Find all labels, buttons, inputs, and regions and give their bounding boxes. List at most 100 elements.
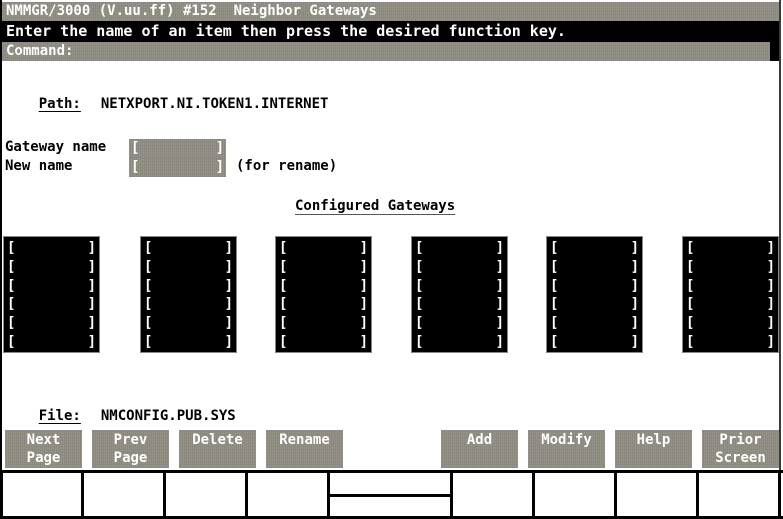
path-value: NETXPORT.NI.TOKEN1.INTERNET — [100, 96, 329, 112]
gateway-slot[interactable]: [] — [415, 239, 504, 258]
gateway-slot[interactable]: [] — [279, 333, 368, 352]
bracket-open: [ — [550, 315, 559, 332]
gateway-slot[interactable]: [] — [7, 314, 96, 333]
bracket-close: ] — [359, 315, 368, 332]
gateway-slot[interactable]: [] — [279, 239, 368, 258]
bracket-close: ] — [215, 159, 224, 175]
command-input[interactable]: Command: — [2, 42, 770, 61]
gateway-slot[interactable]: [] — [144, 239, 233, 258]
path-row: Path: NETXPORT.NI.TOKEN1.INTERNET — [5, 80, 329, 128]
screen-title: NMMGR/3000 (V.uu.ff) #152 Neighbor Gatew… — [2, 2, 779, 21]
gateway-slot[interactable]: [] — [415, 314, 504, 333]
bracket-close: ] — [359, 296, 368, 313]
gateway-slot[interactable]: [] — [279, 314, 368, 333]
gateway-slot[interactable]: [] — [686, 258, 775, 277]
softkey-help[interactable]: Help — [615, 430, 692, 468]
bracket-close: ] — [224, 240, 233, 256]
bracket-open: [ — [7, 333, 16, 350]
gateway-slot[interactable]: [] — [144, 258, 233, 277]
bracket-close: ] — [87, 333, 96, 350]
gateway-slot[interactable]: [] — [550, 295, 639, 314]
bracket-close: ] — [359, 277, 368, 294]
bracket-open: [ — [131, 159, 140, 175]
key-cell-1 — [0, 473, 84, 516]
softkey-next-page[interactable]: Next Page — [5, 430, 82, 468]
softkey-delete[interactable]: Delete — [179, 430, 256, 468]
bracket-open: [ — [686, 333, 695, 350]
bracket-open: [ — [144, 296, 153, 313]
instruction-message: Enter the name of an item then press the… — [2, 21, 779, 42]
gateway-slot[interactable]: [] — [7, 277, 96, 296]
gateway-name-label: Gateway name — [5, 139, 107, 155]
bracket-open: [ — [686, 258, 695, 275]
key-cell-divider — [330, 494, 453, 497]
gateway-slot[interactable]: [] — [279, 258, 368, 277]
bracket-close: ] — [766, 333, 775, 350]
gateway-slot[interactable]: [] — [686, 239, 775, 258]
gateway-slot[interactable]: [] — [686, 333, 775, 352]
gateway-slot[interactable]: [] — [7, 295, 96, 314]
terminal-screen: NMMGR/3000 (V.uu.ff) #152 Neighbor Gatew… — [0, 0, 783, 519]
key-cell-3 — [166, 473, 248, 516]
key-cell-6 — [453, 473, 535, 516]
gateway-slot[interactable]: [] — [415, 258, 504, 277]
key-cell-2 — [84, 473, 166, 516]
gateway-column-2: [][][][][][] — [140, 236, 237, 353]
bracket-close: ] — [359, 258, 368, 275]
bracket-open: [ — [415, 333, 424, 350]
softkey-prev-page[interactable]: Prev Page — [92, 430, 169, 468]
gateway-slot[interactable]: [] — [7, 258, 96, 277]
softkey-add[interactable]: Add — [441, 430, 518, 468]
gateway-column-1: [][][][][][] — [3, 236, 100, 353]
gateway-slot[interactable]: [] — [415, 333, 504, 352]
softkey-prior-screen[interactable]: Prior Screen — [702, 430, 779, 468]
bracket-close: ] — [495, 277, 504, 294]
file-value: NMCONFIG.PUB.SYS — [100, 408, 236, 424]
gateway-slot[interactable]: [] — [550, 314, 639, 333]
gateway-slot[interactable]: [] — [144, 314, 233, 333]
gateway-slot[interactable]: [] — [144, 277, 233, 296]
bracket-close: ] — [495, 315, 504, 332]
bracket-open: [ — [7, 240, 16, 256]
gateway-slot[interactable]: [] — [7, 239, 96, 258]
gateway-slot[interactable]: [] — [550, 277, 639, 296]
gateway-slot[interactable]: [] — [550, 258, 639, 277]
bracket-open: [ — [550, 258, 559, 275]
bracket-close: ] — [630, 277, 639, 294]
gateway-slot[interactable]: [] — [144, 333, 233, 352]
bracket-open: [ — [144, 277, 153, 294]
gateway-slot[interactable]: [] — [279, 277, 368, 296]
gateway-slot[interactable]: [] — [415, 277, 504, 296]
gateway-name-input[interactable]: [ ] — [129, 139, 226, 158]
bracket-open: [ — [415, 296, 424, 313]
gateway-slot[interactable]: [] — [144, 295, 233, 314]
softkey-modify[interactable]: Modify — [528, 430, 605, 468]
bracket-open: [ — [550, 277, 559, 294]
bracket-open: [ — [550, 333, 559, 350]
bracket-close: ] — [766, 315, 775, 332]
gateway-slot[interactable]: [] — [686, 314, 775, 333]
gateway-slot[interactable]: [] — [550, 239, 639, 258]
bracket-close: ] — [224, 296, 233, 313]
gateway-slot[interactable]: [] — [415, 295, 504, 314]
bracket-open: [ — [415, 240, 424, 256]
bracket-close: ] — [495, 240, 504, 256]
path-label: Path: — [38, 96, 81, 112]
softkey-rename[interactable]: Rename — [266, 430, 343, 468]
gateway-slot[interactable]: [] — [7, 333, 96, 352]
bracket-open: [ — [415, 277, 424, 294]
bracket-open: [ — [686, 240, 695, 256]
bracket-close: ] — [224, 258, 233, 275]
new-name-label: New name — [5, 158, 73, 174]
new-name-input[interactable]: [ ] — [129, 158, 226, 177]
gateway-slot[interactable]: [] — [686, 295, 775, 314]
bracket-close: ] — [766, 240, 775, 256]
bracket-close: ] — [630, 240, 639, 256]
gateway-slot[interactable]: [] — [550, 333, 639, 352]
bracket-close: ] — [495, 296, 504, 313]
gateway-slot[interactable]: [] — [686, 277, 775, 296]
bracket-close: ] — [630, 258, 639, 275]
bracket-open: [ — [131, 140, 140, 156]
bracket-open: [ — [279, 296, 288, 313]
gateway-slot[interactable]: [] — [279, 295, 368, 314]
